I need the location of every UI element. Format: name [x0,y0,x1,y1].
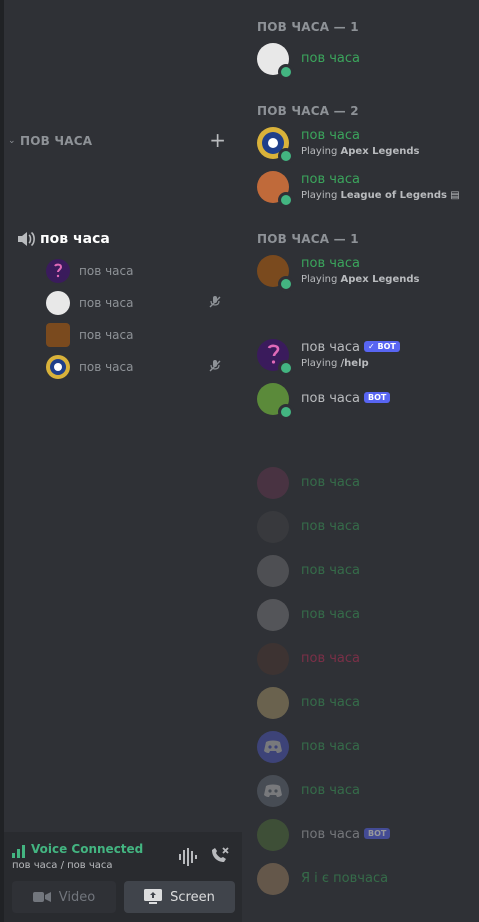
member-item[interactable]: пов часа Playing Apex Legends [257,127,477,164]
muted-mic-icon [209,296,221,308]
voice-user[interactable]: пов часа [46,258,232,284]
bot-badge: BOT [364,392,391,403]
avatar [46,259,70,283]
member-item[interactable]: пов часа Playing Apex Legends [257,255,477,292]
voice-user[interactable]: пов часа [46,354,232,380]
member-item[interactable]: пов часа BOT [257,819,477,855]
member-item[interactable]: пов часа [257,687,477,723]
voice-user[interactable]: пов часа [46,322,232,348]
camera-icon [32,892,51,902]
member-item[interactable]: пов часа [257,43,477,80]
discord-default-avatar [257,731,289,763]
member-item[interactable]: Я і є повчаса [257,863,477,899]
member-group-header: ПОВ ЧАСА — 2 [257,104,359,118]
member-activity: Playing /help [301,358,369,369]
screen-label: Screen [170,889,215,905]
muted-mic-icon [209,360,221,372]
online-status-icon [278,64,294,80]
video-label: Video [58,889,96,905]
member-item[interactable]: пов часа BOT [257,383,477,420]
member-item[interactable]: пов часа [257,511,477,547]
screen-share-icon [144,889,163,904]
member-item[interactable]: пов часа [257,467,477,503]
member-name: пов часа [301,563,361,578]
voice-channel-name: пов часа [40,231,110,247]
discord-default-avatar [257,775,289,807]
member-name: пов часа [301,256,361,271]
signal-icon [12,845,25,858]
member-name: пов часа [301,695,361,710]
voice-user-name: пов часа [79,328,134,342]
member-group-header: ПОВ ЧАСА — 1 [257,232,359,246]
voice-channel[interactable]: пов часа [14,228,234,250]
member-name: пов часа [301,607,361,622]
verified-bot-badge: ✓ BOT [364,341,400,352]
screen-share-button[interactable]: Screen [124,881,235,913]
member-name: пов часа [301,475,361,490]
avatar [257,511,289,543]
avatar [257,555,289,587]
member-item[interactable]: пов часа [257,731,477,767]
avatar [257,819,289,851]
member-activity: Playing League of Legends ▤ [301,190,460,201]
member-item[interactable]: пов часа Playing League of Legends ▤ [257,171,477,208]
voice-location[interactable]: пов часа / пов часа [12,860,113,871]
voice-user-name: пов часа [79,360,134,374]
member-name: пов часа [301,172,361,187]
member-name: пов часа [301,739,361,754]
video-button[interactable]: Video [12,881,116,913]
voice-user[interactable]: пов часа [46,290,232,316]
member-activity: Playing Apex Legends [301,146,420,157]
member-name: пов часа [301,519,361,534]
avatar [46,323,70,347]
rich-presence-icon: ▤ [450,190,460,201]
add-channel-icon[interactable]: + [209,130,226,150]
voice-user-name: пов часа [79,296,134,310]
voice-connection-panel: Voice Connected пов часа / пов часа Vide… [4,832,242,922]
member-name: пов часа BOT [301,827,391,842]
noise-suppression-icon[interactable] [178,848,198,866]
online-status-icon [278,360,294,376]
category-name: ПОВ ЧАСА [20,134,93,148]
member-name: пов часа [301,128,361,143]
member-name: Я і є повчаса [301,871,389,886]
member-name: пов часа ✓ BOT [301,340,400,355]
online-status-icon [278,148,294,164]
online-status-icon [278,192,294,208]
avatar [46,291,70,315]
category-header[interactable]: ⌄ ПОВ ЧАСА + [8,130,234,150]
member-name: пов часа [301,51,361,66]
member-item[interactable]: пов часа [257,775,477,811]
avatar [46,355,70,379]
online-status-icon [278,404,294,420]
member-name: пов часа [301,783,361,798]
chevron-down-icon: ⌄ [8,136,16,146]
avatar [257,863,289,895]
member-item[interactable]: пов часа [257,643,477,679]
avatar [257,687,289,719]
member-group-header: ПОВ ЧАСА — 1 [257,20,359,34]
bot-badge: BOT [364,828,391,839]
online-status-icon [278,276,294,292]
avatar [257,643,289,675]
voice-user-name: пов часа [79,264,134,278]
member-item[interactable]: пов часа ✓ BOT Playing /help [257,339,477,376]
avatar [257,599,289,631]
member-name: пов часа [301,651,361,666]
member-activity: Playing Apex Legends [301,274,420,285]
member-name: пов часа BOT [301,391,391,406]
member-item[interactable]: пов часа [257,599,477,635]
speaker-icon [18,231,35,247]
voice-status: Voice Connected [31,842,144,856]
disconnect-icon[interactable] [209,846,231,866]
member-item[interactable]: пов часа [257,555,477,591]
avatar [257,467,289,499]
